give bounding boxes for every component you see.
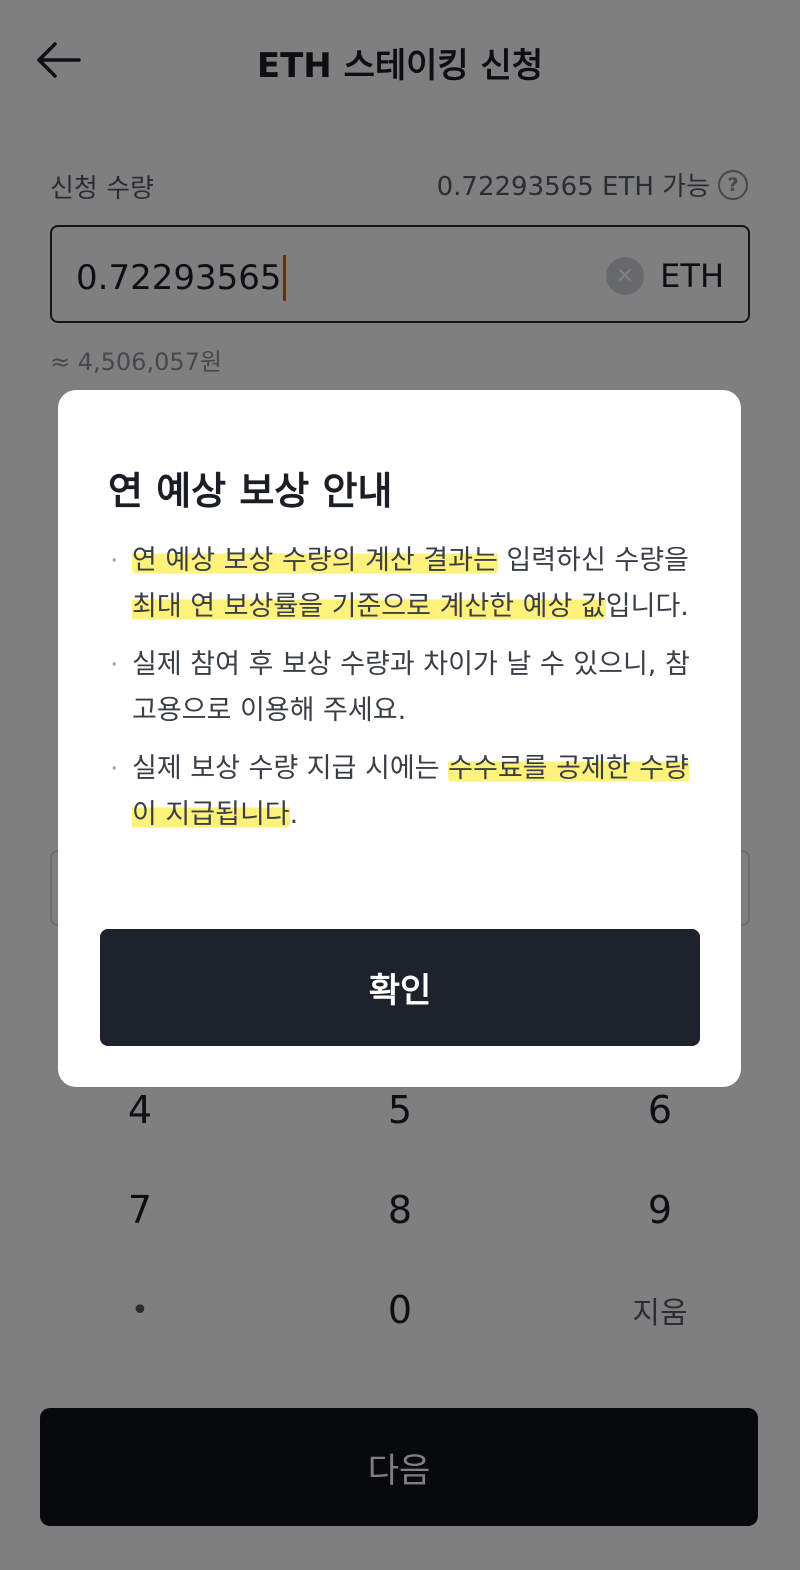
- staking-screen: ETH 스테이킹 신청 신청 수량 0.72293565 ETH 가능 ? 0.…: [0, 0, 800, 1570]
- highlight-text: 연 예상 보상 수량의 계산 결과는: [132, 545, 498, 576]
- bullet-item: 실제 보상 수량 지급 시에는 수수료를 공제한 수량이 지급됩니다.: [110, 746, 710, 838]
- bullet-item: 실제 참여 후 보상 수량과 차이가 날 수 있으니, 참고용으로 이용해 주세…: [110, 642, 710, 734]
- bullet-text: 입니다.: [605, 591, 689, 622]
- dialog-title: 연 예상 보상 안내: [108, 469, 393, 513]
- bullet-text: .: [289, 799, 299, 830]
- bullet-text: 입력하신 수량을: [497, 545, 689, 576]
- bullet-text: 실제 보상 수량 지급 시에는: [132, 753, 449, 784]
- highlight-text: 최대 연 보상률을 기준으로 계산한 예상 값: [132, 591, 606, 622]
- confirm-button[interactable]: 확인: [100, 929, 700, 1046]
- bullet-text: 실제 참여 후 보상 수량과 차이가 날 수 있으니, 참고용으로 이용해 주세…: [132, 649, 690, 726]
- bullet-item: 연 예상 보상 수량의 계산 결과는 입력하신 수량을 최대 연 보상률을 기준…: [110, 538, 710, 630]
- reward-info-dialog: 연 예상 보상 안내 연 예상 보상 수량의 계산 결과는 입력하신 수량을 최…: [58, 390, 741, 1087]
- dialog-bullets: 연 예상 보상 수량의 계산 결과는 입력하신 수량을 최대 연 보상률을 기준…: [110, 538, 710, 850]
